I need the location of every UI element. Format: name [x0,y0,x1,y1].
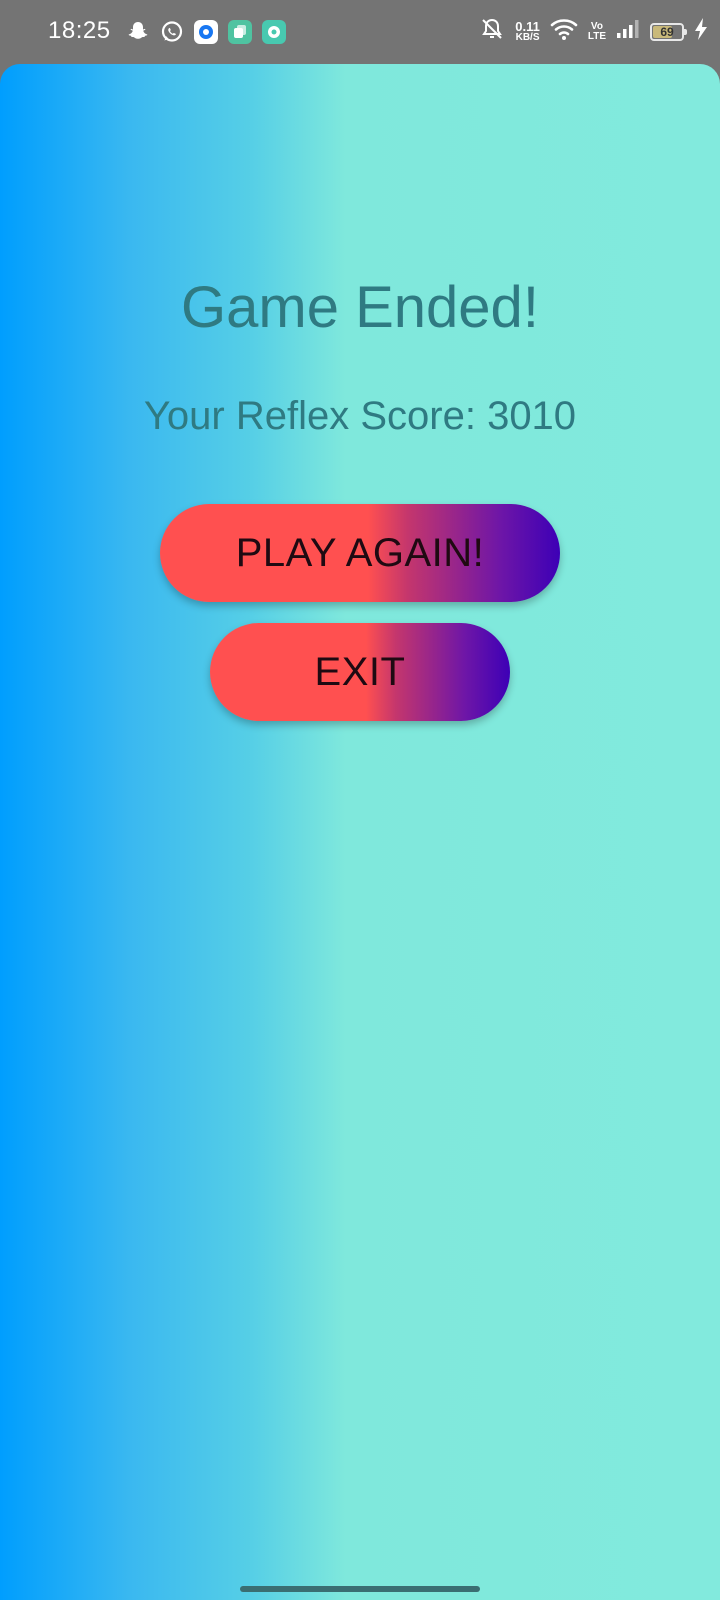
charging-icon [694,17,708,46]
notification-icons [126,20,286,44]
signal-icon [616,18,640,45]
snapchat-icon [126,20,150,44]
status-time: 18:25 [48,17,111,44]
home-indicator[interactable] [240,1586,480,1592]
battery-level: 69 [660,24,674,39]
volte-top: Vo [590,20,603,32]
whatsapp-icon [160,20,184,44]
play-again-button[interactable]: PLAY AGAIN! [160,504,560,602]
app-icon [262,20,286,44]
volte-indicator: Vo LTE [587,20,606,42]
mute-bell-icon [479,16,505,47]
exit-button[interactable]: EXIT [210,623,510,721]
game-over-screen: Game Ended! Your Reflex Score: 3010 PLAY… [0,64,720,1600]
status-bar: 18:25 0.11 KB/S Vo LTE 69 [0,0,720,64]
app-icon [194,20,218,44]
wifi-icon [550,17,578,46]
network-speed-value: 0.11 [515,18,540,34]
battery-cap [684,28,687,35]
volte-bottom: LTE [587,30,606,42]
network-speed: 0.11 KB/S [515,18,540,43]
battery-icon: 69 [650,22,687,41]
app-icon [228,20,252,44]
reflex-score: Your Reflex Score: 3010 [143,394,577,438]
system-icons: 0.11 KB/S Vo LTE 69 [479,16,708,47]
game-over-title: Game Ended! [181,275,539,340]
network-speed-unit: KB/S [515,31,540,43]
